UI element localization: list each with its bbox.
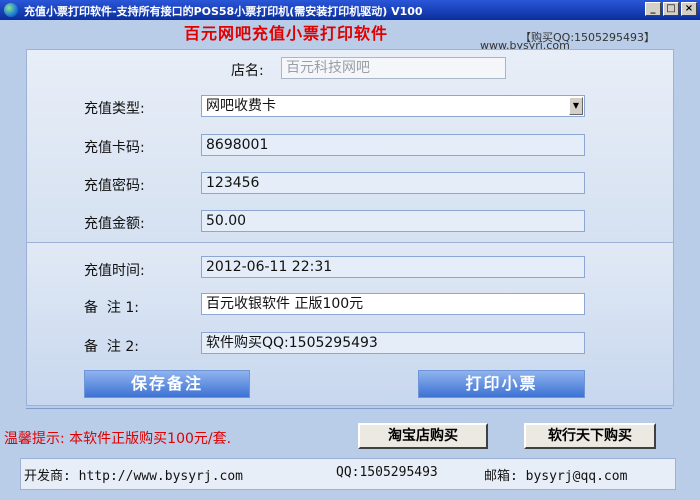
recharge-time-field[interactable]: 2012-06-11 22:31 xyxy=(201,256,585,278)
save-note-button[interactable]: 保存备注 xyxy=(84,370,250,398)
banner-title: 百元网吧充值小票打印软件 xyxy=(184,24,389,43)
app-icon xyxy=(4,3,18,17)
rxts-buy-button[interactable]: 软行天下购买 xyxy=(524,423,656,449)
title-bar: 充值小票打印软件-支持所有接口的POS58小票打印机(需安装打印机驱动) V10… xyxy=(0,0,700,20)
developer-link[interactable]: 开发商: http://www.bysyrj.com xyxy=(24,465,243,484)
shop-name-label: 店名: xyxy=(231,63,264,79)
close-button[interactable]: × xyxy=(681,2,697,16)
window-title: 充值小票打印软件-支持所有接口的POS58小票打印机(需安装打印机驱动) V10… xyxy=(24,5,423,18)
shop-name-field[interactable]: 百元科技网吧 xyxy=(281,57,506,79)
price-tip: 温馨提示: 本软件正版购买100元/套. xyxy=(4,431,232,447)
footer-email: 邮箱: bysyrj@qq.com xyxy=(484,469,628,484)
amount-field[interactable]: 50.00 xyxy=(201,210,585,232)
recharge-type-value: 网吧收费卡 xyxy=(206,98,276,114)
recharge-time-label: 充值时间: xyxy=(84,263,145,279)
note2-label: 备 注 2: xyxy=(84,339,139,355)
window-controls: _ □ × xyxy=(645,2,697,16)
card-password-label: 充值密码: xyxy=(84,178,145,194)
maximize-button[interactable]: □ xyxy=(663,2,679,16)
amount-label: 充值金额: xyxy=(84,216,145,232)
card-number-field[interactable]: 8698001 xyxy=(201,134,585,156)
recharge-type-select[interactable]: 网吧收费卡 ▼ xyxy=(201,95,585,117)
recharge-type-label: 充值类型: xyxy=(84,101,145,117)
card-number-label: 充值卡码: xyxy=(84,140,145,156)
card-password-field[interactable]: 123456 xyxy=(201,172,585,194)
taobao-buy-button[interactable]: 淘宝店购买 xyxy=(358,423,488,449)
minimize-button[interactable]: _ xyxy=(645,2,661,16)
note2-field[interactable]: 软件购买QQ:1505295493 xyxy=(201,332,585,354)
print-ticket-button[interactable]: 打印小票 xyxy=(418,370,585,398)
footer-qq: QQ:1505295493 xyxy=(336,465,438,480)
note1-label: 备 注 1: xyxy=(84,300,139,316)
note1-field[interactable]: 百元收银软件 正版100元 xyxy=(201,293,585,315)
separator xyxy=(26,408,672,409)
chevron-down-icon[interactable]: ▼ xyxy=(569,97,583,115)
